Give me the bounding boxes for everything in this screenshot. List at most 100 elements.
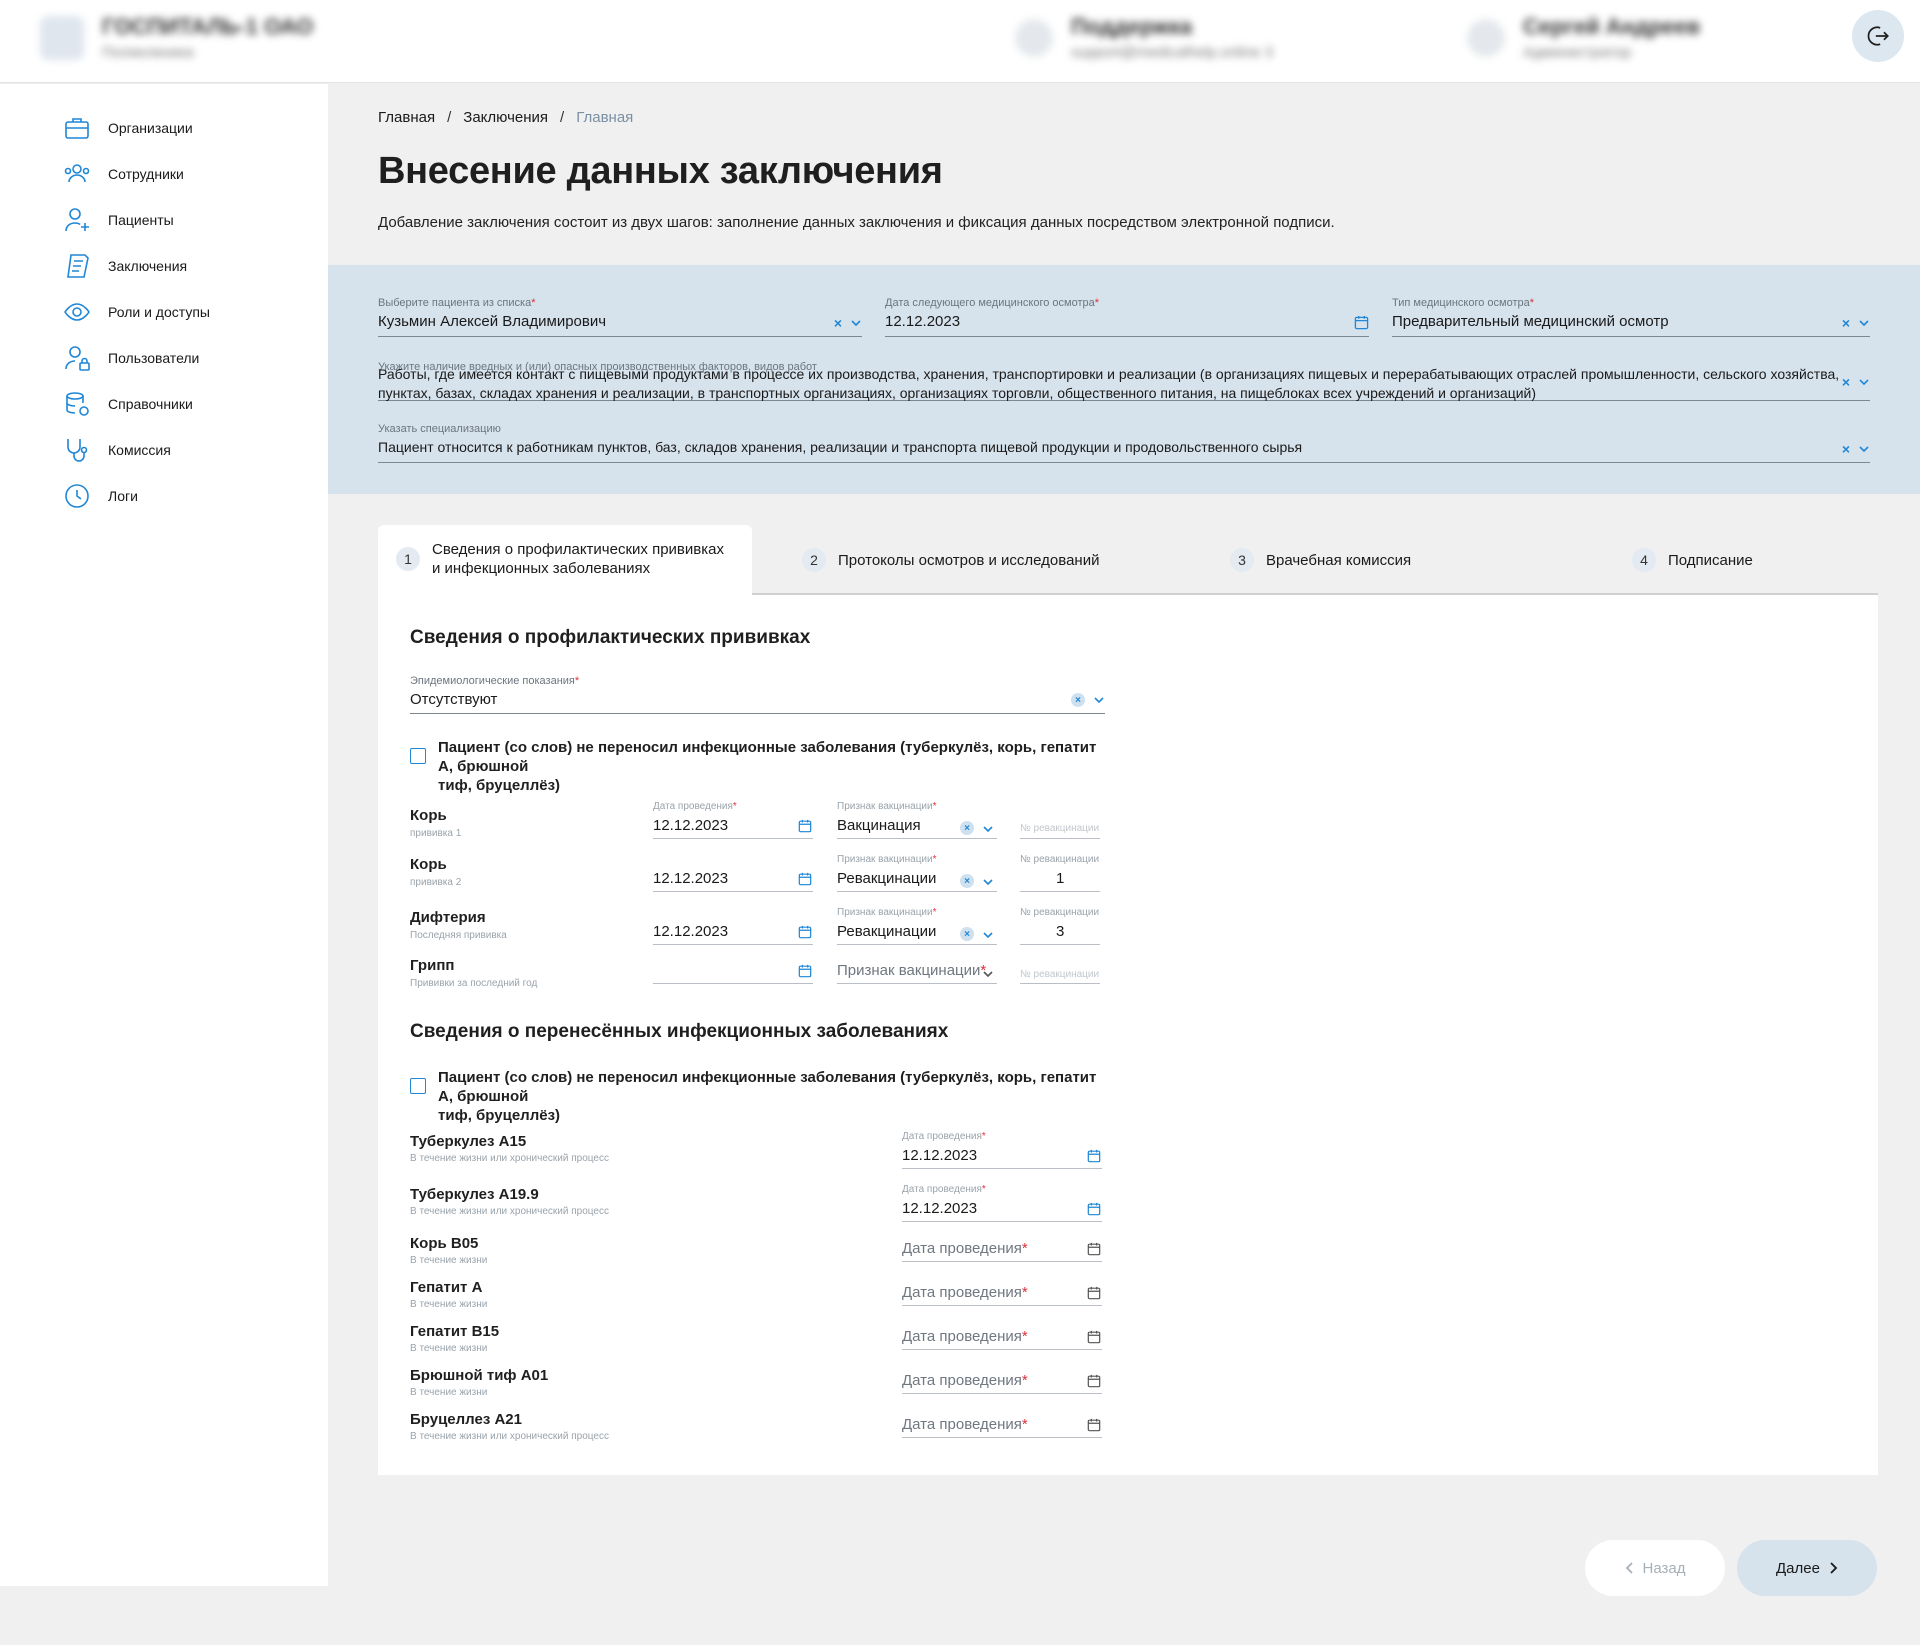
calendar-icon[interactable] bbox=[1087, 1242, 1101, 1256]
no-diseases-checkbox[interactable] bbox=[410, 1078, 426, 1094]
vaccine-row-name: Грипп bbox=[410, 957, 455, 974]
specialization-value: Пациент относится к работникам пунктов, … bbox=[378, 439, 1303, 455]
disease-row-sub: В течение жизни bbox=[410, 1255, 488, 1266]
vaccine-date-field[interactable] bbox=[653, 962, 813, 984]
sidebar-item-references[interactable]: Справочники bbox=[62, 386, 193, 422]
clear-icon[interactable]: × bbox=[1842, 315, 1850, 331]
clear-icon[interactable]: × bbox=[960, 927, 974, 941]
vaccine-sign-value: Вакцинация bbox=[837, 817, 921, 834]
support-email: support@medicalhelp.online bbox=[1071, 44, 1261, 61]
chevron-down-icon[interactable] bbox=[982, 823, 994, 835]
chevron-down-icon[interactable] bbox=[1858, 376, 1870, 388]
revac-number-value: 3 bbox=[1056, 923, 1065, 940]
date-label: Дата проведения bbox=[902, 1131, 982, 1142]
clear-icon[interactable]: × bbox=[1842, 374, 1850, 390]
sidebar-item-patients[interactable]: Пациенты bbox=[62, 202, 174, 238]
user-plus-icon bbox=[62, 205, 92, 235]
sidebar-item-employees[interactable]: Сотрудники bbox=[62, 156, 184, 192]
sign-label: Признак вакцинации bbox=[837, 801, 933, 812]
revac-placeholder: № ревакцинации bbox=[1020, 969, 1100, 980]
sidebar-item-roles[interactable]: Роли и доступы bbox=[62, 294, 210, 330]
calendar-icon[interactable] bbox=[1087, 1149, 1101, 1163]
org-block[interactable]: ГОСПИТАЛЬ-1 ОАО Поликлиника bbox=[40, 14, 313, 61]
disease-row-sub: В течение жизни bbox=[410, 1343, 488, 1354]
hazard-factors-select[interactable]: Укажите наличие вредных и (или) опасных … bbox=[378, 361, 1870, 401]
next-button[interactable]: Далее bbox=[1737, 1540, 1877, 1596]
hazard-factors-value-line2: пунктах, базах, складах хранения и реали… bbox=[378, 385, 1537, 401]
disease-row-name: Бруцеллез А21 bbox=[410, 1411, 522, 1428]
user-role: Администратор bbox=[1523, 44, 1632, 61]
support-block[interactable]: Поддержка support@medicalhelp.online 3 bbox=[1015, 14, 1273, 61]
clear-icon[interactable]: × bbox=[960, 821, 974, 835]
disease-row-name: Брюшной тиф А01 bbox=[410, 1367, 549, 1384]
calendar-icon[interactable] bbox=[1087, 1330, 1101, 1344]
sidebar-item-logs[interactable]: Логи bbox=[62, 478, 138, 514]
tab-protocols[interactable]: 2 Протоколы осмотров и исследований bbox=[802, 525, 1099, 595]
chevron-down-icon[interactable] bbox=[1858, 443, 1870, 455]
patient-select[interactable]: Выберите пациента из списка* Кузьмин Але… bbox=[378, 297, 862, 337]
no-diseases-checkbox[interactable] bbox=[410, 748, 426, 764]
user-block[interactable]: Сергей Андреев Администратор bbox=[1467, 14, 1700, 61]
tab-number: 1 bbox=[396, 547, 420, 571]
sidebar-item-label: Пациенты bbox=[108, 212, 174, 228]
back-button[interactable]: Назад bbox=[1585, 1540, 1725, 1596]
sidebar-item-organizations[interactable]: Организации bbox=[62, 110, 193, 146]
clear-icon[interactable]: × bbox=[1842, 441, 1850, 457]
employees-icon bbox=[62, 159, 92, 189]
user-lock-icon bbox=[62, 343, 92, 373]
section-title-vaccinations: Сведения о профилактических прививках bbox=[410, 627, 811, 648]
disease-row-sub: В течение жизни bbox=[410, 1299, 488, 1310]
next-exam-date-field[interactable]: Дата следующего медицинского осмотра* 12… bbox=[885, 297, 1369, 337]
clear-icon[interactable]: × bbox=[1071, 693, 1085, 707]
date-placeholder: Дата проведения bbox=[902, 1416, 1022, 1433]
calendar-icon[interactable] bbox=[798, 872, 812, 886]
tab-vaccinations[interactable]: 1 Сведения о профилактических прививках … bbox=[378, 525, 752, 595]
calendar-icon[interactable] bbox=[798, 925, 812, 939]
calendar-icon[interactable] bbox=[1087, 1202, 1101, 1216]
clear-icon[interactable]: × bbox=[960, 874, 974, 888]
chevron-down-icon[interactable] bbox=[982, 968, 994, 980]
user-name: Сергей Андреев bbox=[1523, 14, 1701, 39]
tab-number: 2 bbox=[802, 548, 826, 572]
calendar-icon[interactable] bbox=[798, 819, 812, 833]
sidebar-item-conclusions[interactable]: Заключения bbox=[62, 248, 187, 284]
sidebar-item-users[interactable]: Пользователи bbox=[62, 340, 199, 376]
tab-commission[interactable]: 3 Врачебная комиссия bbox=[1230, 525, 1411, 595]
checkbox-label: Пациент (со слов) не переносил инфекцион… bbox=[438, 739, 1097, 775]
sidebar-item-label: Пользователи bbox=[108, 350, 200, 366]
chevron-down-icon[interactable] bbox=[850, 317, 862, 329]
chevron-down-icon[interactable] bbox=[1093, 694, 1105, 706]
chevron-down-icon[interactable] bbox=[982, 876, 994, 888]
epid-indications-label: Эпидемиологические показания bbox=[410, 675, 575, 687]
disease-row-sub: В течение жизни или хронический процесс bbox=[410, 1206, 609, 1217]
sidebar-item-commission[interactable]: Комиссия bbox=[62, 432, 171, 468]
sidebar-item-label: Заключения bbox=[108, 258, 188, 274]
breadcrumb-link-conclusions[interactable]: Заключения bbox=[463, 109, 548, 126]
tab-signing[interactable]: 4 Подписание bbox=[1632, 525, 1753, 595]
epid-indications-select[interactable]: Эпидемиологические показания* Отсутствую… bbox=[410, 675, 1105, 714]
breadcrumb-current: Главная bbox=[576, 109, 634, 126]
no-diseases-checkbox-row[interactable]: Пациент (со слов) не переносил инфекцион… bbox=[410, 1068, 1110, 1125]
calendar-icon[interactable] bbox=[798, 964, 812, 978]
calendar-icon[interactable] bbox=[1354, 315, 1369, 330]
page-description: Добавление заключения состоит из двух ша… bbox=[378, 214, 1335, 231]
clock-icon bbox=[62, 481, 92, 511]
exam-type-select[interactable]: Тип медицинского осмотра* Предварительны… bbox=[1392, 297, 1870, 337]
revac-label: № ревакцинации bbox=[1020, 854, 1100, 865]
calendar-icon[interactable] bbox=[1087, 1418, 1101, 1432]
hazard-factors-value-line1: Работы, где имеется контакт с пищевыми п… bbox=[378, 366, 1840, 382]
calendar-icon[interactable] bbox=[1087, 1286, 1101, 1300]
no-diseases-checkbox-row[interactable]: Пациент (со слов) не переносил инфекцион… bbox=[410, 738, 1110, 795]
sidebar-item-label: Организации bbox=[108, 120, 193, 136]
tab-number: 4 bbox=[1632, 548, 1656, 572]
logout-button[interactable] bbox=[1852, 10, 1904, 62]
vaccine-row-sub: прививка 2 bbox=[410, 877, 462, 888]
chevron-down-icon[interactable] bbox=[1858, 317, 1870, 329]
revac-placeholder: № ревакцинации bbox=[1020, 823, 1100, 834]
breadcrumb-link-home[interactable]: Главная bbox=[378, 109, 435, 126]
vaccine-date-value: 12.12.2023 bbox=[653, 923, 729, 940]
clear-icon[interactable]: × bbox=[834, 315, 842, 331]
chevron-down-icon[interactable] bbox=[982, 929, 994, 941]
calendar-icon[interactable] bbox=[1087, 1374, 1101, 1388]
specialization-select[interactable]: Указать специализацию Пациент относится … bbox=[378, 423, 1870, 463]
